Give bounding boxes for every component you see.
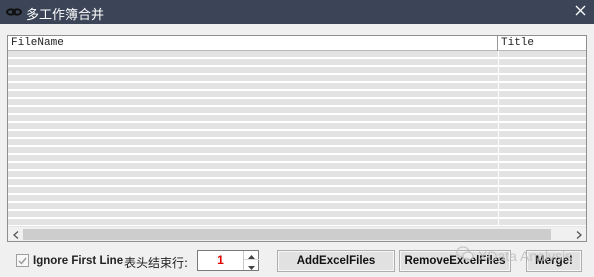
chevron-left-icon	[12, 228, 19, 242]
table-row[interactable]	[8, 179, 586, 186]
header-end-row-value[interactable]: 1	[198, 251, 243, 270]
header-end-row-label: 表头结束行:	[124, 256, 189, 270]
add-excel-files-button[interactable]: AddExcelFiles	[277, 250, 395, 272]
column-header-title[interactable]: Title	[498, 36, 586, 51]
table-row[interactable]	[8, 51, 586, 58]
table-row[interactable]	[8, 99, 586, 106]
table-row[interactable]	[8, 115, 586, 122]
title-bar: 多工作簿合并	[0, 0, 594, 24]
scrollbar-thumb[interactable]	[23, 229, 551, 240]
horizontal-scrollbar[interactable]	[8, 226, 586, 241]
table-row[interactable]	[8, 203, 586, 210]
ignore-first-line-checkbox[interactable]: Ignore First Line	[16, 254, 123, 267]
checkbox-box[interactable]	[16, 254, 29, 267]
stepper-buttons	[243, 251, 259, 270]
table-row[interactable]	[8, 147, 586, 154]
column-header-filename[interactable]: FileName	[8, 36, 498, 51]
scroll-right-button[interactable]	[571, 227, 586, 242]
triangle-down-icon	[248, 259, 255, 273]
link-chain-icon	[6, 6, 22, 18]
close-button[interactable]	[570, 2, 590, 22]
table-row[interactable]	[8, 91, 586, 98]
table-row[interactable]	[8, 187, 586, 194]
table-row[interactable]	[8, 195, 586, 202]
column-separator	[498, 51, 499, 226]
close-icon	[575, 5, 586, 19]
merge-button[interactable]: Merge!	[526, 250, 582, 272]
chevron-right-icon	[576, 228, 582, 242]
table-row[interactable]	[8, 155, 586, 162]
checkmark-icon	[18, 254, 27, 268]
table-row[interactable]	[8, 219, 586, 226]
header-end-row-stepper[interactable]: 1	[197, 250, 259, 271]
stepper-down-button[interactable]	[244, 261, 259, 270]
table-row[interactable]	[8, 131, 586, 138]
table-row[interactable]	[8, 211, 586, 218]
table-row[interactable]	[8, 67, 586, 74]
scroll-left-button[interactable]	[8, 227, 23, 242]
table-row[interactable]	[8, 107, 586, 114]
window-title: 多工作簿合并	[26, 8, 105, 23]
table-row[interactable]	[8, 123, 586, 130]
table-row[interactable]	[8, 75, 586, 82]
table-row[interactable]	[8, 59, 586, 66]
list-header: FileName Title	[8, 36, 586, 51]
list-rows	[8, 51, 586, 226]
remove-excel-files-button[interactable]: RemoveExcelFiles	[399, 250, 511, 272]
ignore-first-line-label: Ignore First Line	[33, 254, 124, 267]
table-row[interactable]	[8, 83, 586, 90]
table-row[interactable]	[8, 163, 586, 170]
table-row[interactable]	[8, 139, 586, 146]
file-list[interactable]: FileName Title	[7, 35, 587, 242]
table-row[interactable]	[8, 171, 586, 178]
